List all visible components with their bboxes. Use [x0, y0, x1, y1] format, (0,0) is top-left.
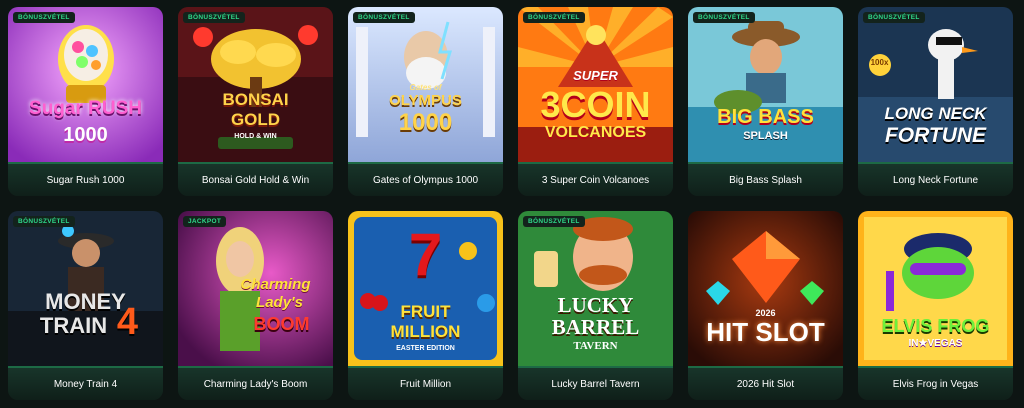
game-tile-lucky-barrel-tavern[interactable]: LUCKY BARREL TAVERN BÓNUSZVÉTEL Lucky Ba… — [518, 211, 673, 400]
game-logo-line: LUCKY — [557, 293, 634, 317]
game-tile-2026-hit-slot[interactable]: 2026 HIT SLOT 2026 Hit Slot — [688, 211, 843, 400]
game-logo-line: 3COIN — [540, 84, 651, 125]
game-title: Money Train 4 — [8, 366, 163, 400]
game-logo-line: SPLASH — [743, 130, 788, 142]
game-logo-line: Charming — [240, 276, 311, 293]
bonus-buy-badge: BÓNUSZVÉTEL — [863, 12, 925, 23]
game-tile-sugar-rush-1000[interactable]: Sugar RUSH 1000 BÓNUSZVÉTEL Sugar Rush 1… — [8, 7, 163, 196]
game-tile-long-neck-fortune[interactable]: 100x LONG NECK FORTUNE BÓNUSZVÉTEL Long … — [858, 7, 1013, 196]
game-title: Charming Lady's Boom — [178, 366, 333, 400]
game-logo-line: VOLCANOES — [544, 124, 647, 141]
game-tile-gates-of-olympus-1000[interactable]: Gates of OLYMPUS 1000 BÓNUSZVÉTEL Gates … — [348, 7, 503, 196]
bonus-buy-badge: BÓNUSZVÉTEL — [13, 12, 75, 23]
game-grid: Sugar RUSH 1000 BÓNUSZVÉTEL Sugar Rush 1… — [0, 0, 1024, 400]
game-tile-bonsai-gold-hold-win[interactable]: BONSAI GOLD HOLD & WIN BÓNUSZVÉTEL Bonsa… — [178, 7, 333, 196]
game-logo-line: Lady's — [256, 294, 303, 311]
game-title: Fruit Million — [348, 366, 503, 400]
game-tile-big-bass-splash[interactable]: BIG BASS SPLASH BÓNUSZVÉTEL Big Bass Spl… — [688, 7, 843, 196]
game-tile-3-super-coin-volcanoes[interactable]: SUPER 3COIN VOLCANOES BÓNUSZVÉTEL 3 Supe… — [518, 7, 673, 196]
game-logo-line: HIT SLOT — [706, 317, 825, 347]
game-logo-line: 4 — [116, 301, 139, 343]
bonus-buy-badge: BÓNUSZVÉTEL — [353, 12, 415, 23]
game-logo-line: BARREL — [551, 315, 640, 339]
game-logo-line: GOLD — [230, 110, 281, 129]
game-logo-line: TAVERN — [573, 340, 618, 352]
game-title: 3 Super Coin Volcanoes — [518, 162, 673, 196]
game-title: Lucky Barrel Tavern — [518, 366, 673, 400]
game-tile-elvis-frog-in-vegas[interactable]: ELVIS FROG IN★VEGAS Elvis Frog in Vegas — [858, 211, 1013, 400]
game-logo-line: BOOM — [253, 314, 310, 334]
game-title: Long Neck Fortune — [858, 162, 1013, 196]
game-title: Elvis Frog in Vegas — [858, 366, 1013, 400]
bonus-buy-badge: BÓNUSZVÉTEL — [523, 12, 585, 23]
game-tile-fruit-million[interactable]: 7 FRUIT MILLION EASTER EDITION Fruit Mil… — [348, 211, 503, 400]
game-logo-line: BIG BASS — [717, 106, 814, 128]
game-logo-line: FRUIT — [400, 302, 451, 321]
game-title: 2026 Hit Slot — [688, 366, 843, 400]
jackpot-badge: JACKPOT — [183, 216, 227, 227]
game-logo-line: 7 — [408, 221, 443, 288]
game-logo-line: SUPER — [573, 68, 618, 83]
game-title: Gates of Olympus 1000 — [348, 162, 503, 196]
game-logo-line: 1000 — [63, 124, 108, 146]
game-logo-line: HOLD & WIN — [234, 133, 277, 140]
game-logo-line: IN★VEGAS — [908, 338, 963, 349]
game-logo-line: EASTER EDITION — [396, 345, 455, 352]
multiplier-badge: 100x — [870, 58, 889, 67]
game-logo-line: Gates of — [409, 83, 442, 92]
game-logo-line: ELVIS FROG — [881, 316, 990, 336]
game-logo-line: 1000 — [398, 109, 453, 136]
game-logo-line: Sugar RUSH — [29, 98, 142, 119]
bonus-buy-badge: BÓNUSZVÉTEL — [183, 12, 245, 23]
game-tile-charming-ladys-boom[interactable]: Charming Lady's BOOM JACKPOT Charming La… — [178, 211, 333, 400]
game-tile-money-train-4[interactable]: MONEY TRAIN 4 BÓNUSZVÉTEL Money Train 4 — [8, 211, 163, 400]
bonus-buy-badge: BÓNUSZVÉTEL — [13, 216, 75, 227]
game-title: Big Bass Splash — [688, 162, 843, 196]
game-title: Sugar Rush 1000 — [8, 162, 163, 196]
bonus-buy-badge: BÓNUSZVÉTEL — [693, 12, 755, 23]
game-logo-line: OLYMPUS — [389, 92, 462, 109]
game-title: Bonsai Gold Hold & Win — [178, 162, 333, 196]
game-logo-line: FORTUNE — [884, 124, 987, 147]
game-logo-line: MILLION — [390, 322, 461, 341]
game-logo-line: LONG NECK — [884, 104, 987, 123]
bonus-buy-badge: BÓNUSZVÉTEL — [523, 216, 585, 227]
game-logo-line: BONSAI — [222, 90, 289, 109]
